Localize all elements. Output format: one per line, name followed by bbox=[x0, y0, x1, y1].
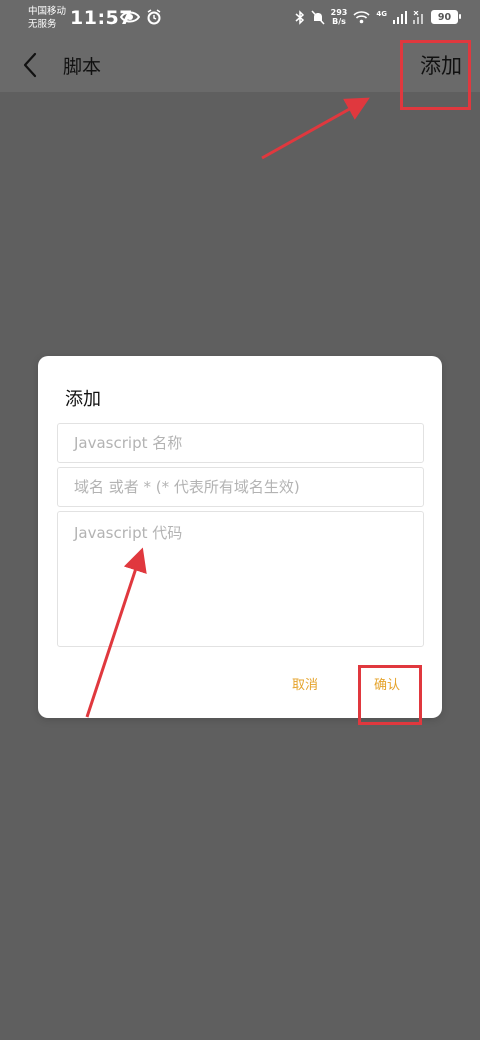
arrow-to-add bbox=[261, 97, 370, 160]
arrow-to-code bbox=[85, 547, 147, 718]
annotation-arrows bbox=[85, 97, 370, 718]
